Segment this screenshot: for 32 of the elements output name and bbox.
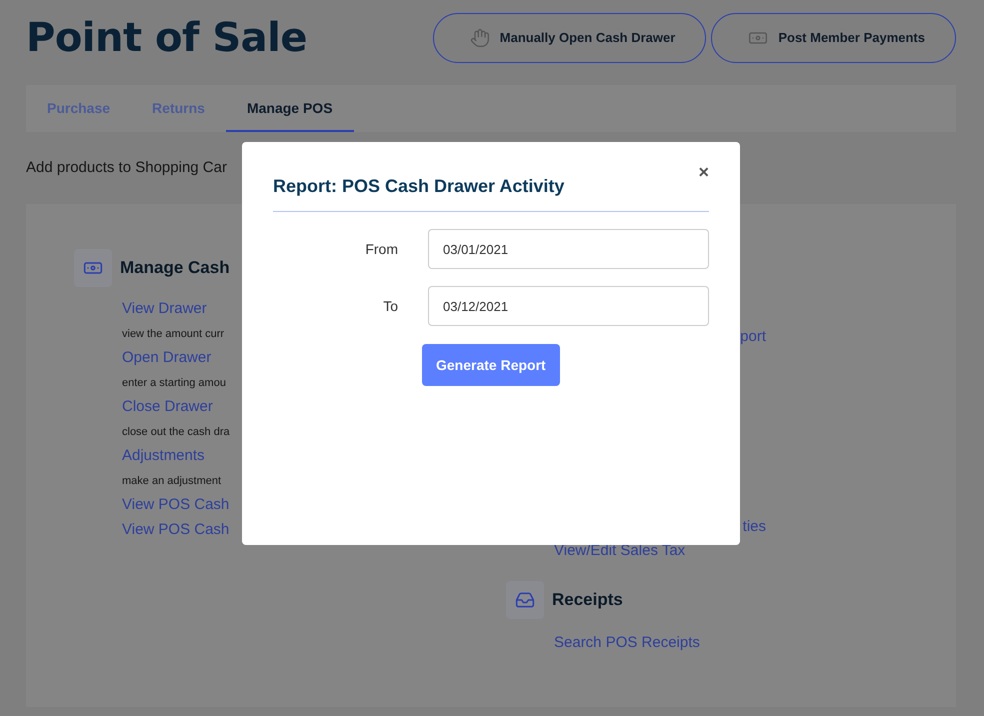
page-title: Point of Sale [26, 14, 307, 60]
tab[interactable]: Purchase [26, 85, 132, 132]
header-button[interactable]: Manually Open Cash Drawer [432, 12, 706, 62]
date-field[interactable]: 03/01/2021 [428, 229, 709, 269]
subtitle: Add products to Shopping Car [26, 158, 227, 178]
generate-report-button[interactable]: Generate Report [422, 344, 560, 386]
menu-link[interactable]: Close Drawer [122, 395, 230, 420]
field-label: From [364, 241, 399, 257]
close-button[interactable]: × [698, 162, 709, 182]
dialog-title: Report: POS Cash Drawer Activity [273, 176, 564, 197]
menu-link[interactable]: Search POS Receipts [554, 630, 700, 655]
link-description: enter a starting amou [122, 376, 227, 390]
inbox-icon [506, 580, 544, 618]
header-button[interactable]: Post Member Payments [711, 12, 956, 62]
menu-link[interactable]: View POS Cash [122, 493, 230, 518]
link-description: close out the cash dra [122, 424, 230, 440]
tab[interactable]: Returns [131, 85, 226, 132]
link-description: view the amount curr [122, 326, 226, 342]
menu-link[interactable]: Adjustments [122, 444, 230, 468]
menu-link[interactable]: ties [742, 515, 766, 539]
tab[interactable]: Manage POS [226, 85, 354, 132]
link-description: make an adjustment [122, 474, 222, 488]
section-heading: Manage Cash [120, 258, 230, 278]
banknote-icon [74, 249, 112, 287]
section-heading: Receipts [552, 590, 623, 610]
menu-link[interactable]: port [740, 325, 766, 349]
field-label: To [382, 298, 399, 314]
menu-link[interactable]: View Drawer [122, 297, 230, 322]
date-field[interactable]: 03/12/2021 [428, 286, 709, 326]
hand-icon [470, 28, 490, 48]
menu-link[interactable]: Open Drawer [122, 346, 230, 370]
menu-link[interactable]: View POS Cash [122, 518, 230, 542]
